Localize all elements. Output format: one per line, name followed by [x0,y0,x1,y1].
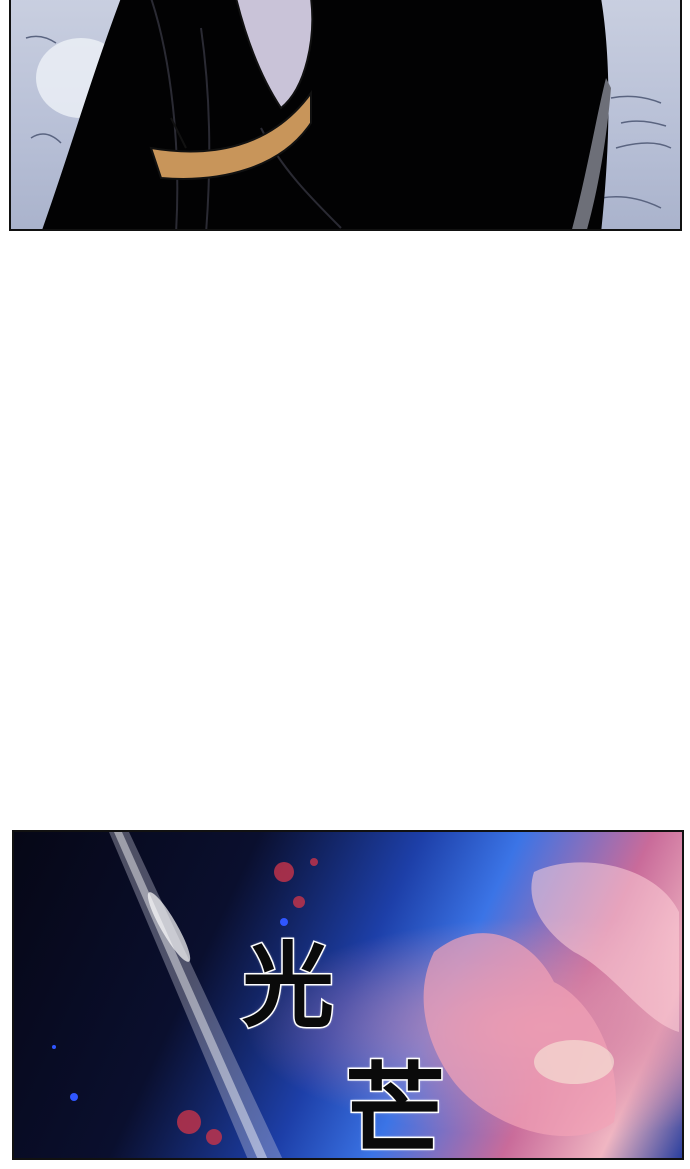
sound-effect-char-1: 光 [240,932,335,1040]
pink-cloud [423,933,616,1137]
dark-robe [42,0,609,229]
robed-figure-illustration [25,0,672,229]
sound-effect-char-2: 芒 [344,1051,447,1169]
top-comic-panel [9,0,682,231]
